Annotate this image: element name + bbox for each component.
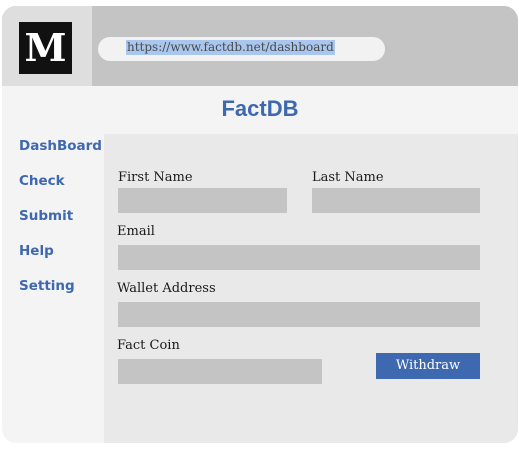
sidebar: DashBoard Check Submit Help Setting <box>19 138 102 313</box>
fact-coin-field[interactable] <box>118 359 322 384</box>
wallet-address-field[interactable] <box>118 302 480 327</box>
email-field[interactable] <box>118 245 480 270</box>
wallet-address-label: Wallet Address <box>117 281 216 296</box>
withdraw-button[interactable]: Withdraw <box>376 353 480 379</box>
dashboard-form: First Name Last Name Email Wallet Addres… <box>104 134 518 443</box>
medium-logo-icon[interactable]: M <box>19 22 72 74</box>
url-text[interactable]: https://www.factdb.net/dashboard <box>126 40 335 55</box>
last-name-label: Last Name <box>312 170 384 185</box>
first-name-field[interactable] <box>118 188 287 213</box>
logo-area: M <box>2 6 92 86</box>
browser-toolbar: M https://www.factdb.net/dashboard <box>2 6 518 86</box>
browser-window: M https://www.factdb.net/dashboard FactD… <box>2 6 518 443</box>
fact-coin-label: Fact Coin <box>117 338 180 353</box>
sidebar-item-submit[interactable]: Submit <box>19 208 102 243</box>
address-bar[interactable]: https://www.factdb.net/dashboard <box>98 37 385 61</box>
email-label: Email <box>117 224 155 239</box>
first-name-label: First Name <box>118 170 193 185</box>
page-title: FactDB <box>221 96 299 121</box>
sidebar-item-dashboard[interactable]: DashBoard <box>19 138 102 173</box>
sidebar-item-check[interactable]: Check <box>19 173 102 208</box>
sidebar-item-help[interactable]: Help <box>19 243 102 278</box>
sidebar-item-setting[interactable]: Setting <box>19 278 102 313</box>
last-name-field[interactable] <box>312 188 480 213</box>
